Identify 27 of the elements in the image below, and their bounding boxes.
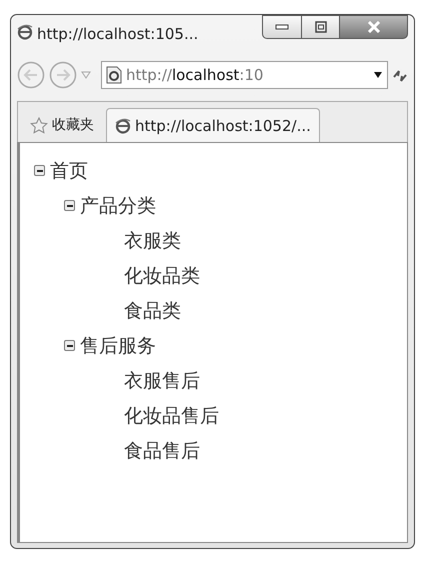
tree-item[interactable]: 食品类: [124, 298, 181, 324]
browser-logo-icon: [17, 24, 33, 40]
page-icon: [106, 66, 122, 84]
close-button[interactable]: [340, 15, 408, 39]
browser-tab[interactable]: http://localhost:1052/...: [106, 108, 320, 142]
tree-item[interactable]: 售后服务: [80, 332, 156, 358]
minimize-icon: [275, 24, 289, 30]
favorites-label[interactable]: 收藏夹: [52, 116, 94, 134]
tree-item[interactable]: 产品分类: [80, 192, 156, 218]
tree-item[interactable]: 化妆品类: [124, 262, 200, 288]
collapse-icon[interactable]: [64, 200, 75, 211]
window-title: http://localhost:105...: [37, 25, 200, 43]
close-icon: [366, 21, 382, 33]
collapse-icon[interactable]: [64, 340, 75, 351]
tree-item[interactable]: 化妆品售后: [124, 402, 219, 428]
maximize-button[interactable]: [302, 15, 340, 39]
star-icon: [30, 116, 48, 134]
browser-logo-icon: [115, 118, 131, 134]
tree-item[interactable]: 衣服类: [124, 228, 181, 254]
tree-item[interactable]: 食品售后: [124, 438, 200, 464]
tree-item[interactable]: 首页: [50, 158, 88, 184]
maximize-icon: [314, 21, 326, 33]
address-field[interactable]: http://localhost:10: [101, 61, 388, 89]
minimize-button[interactable]: [262, 15, 302, 39]
collapse-icon[interactable]: [34, 165, 45, 176]
dropdown-arrow-icon[interactable]: [373, 71, 383, 79]
tree-item[interactable]: 衣服售后: [124, 368, 200, 394]
